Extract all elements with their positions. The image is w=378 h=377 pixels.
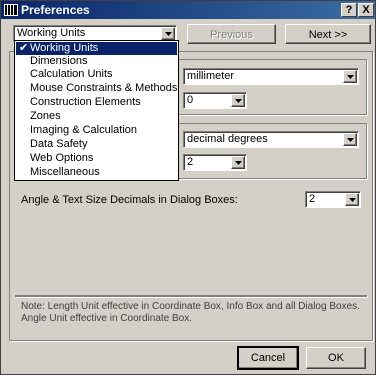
- next-button[interactable]: Next >>: [285, 24, 371, 44]
- cancel-button-label: Cancel: [250, 352, 286, 364]
- dropdown-item-label: Data Safety: [30, 138, 88, 150]
- help-icon: ?: [345, 4, 353, 16]
- chevron-down-icon: [347, 75, 354, 79]
- chevron-down-icon: [165, 32, 172, 36]
- app-window-icon: [4, 4, 18, 16]
- dropdown-item-miscellaneous[interactable]: Miscellaneous: [16, 166, 177, 179]
- close-icon: X: [362, 4, 370, 16]
- help-button[interactable]: ?: [341, 3, 357, 17]
- dropdown-item-mouse-constraints[interactable]: Mouse Constraints & Methods: [16, 82, 177, 95]
- chevron-down-icon: [349, 198, 356, 202]
- dropdown-item-calculation-units[interactable]: Calculation Units: [16, 68, 177, 81]
- dropdown-item-data-safety[interactable]: Data Safety: [16, 138, 177, 151]
- angle-decimals-arrow[interactable]: [231, 156, 245, 169]
- title-bar[interactable]: Preferences ? X: [1, 1, 375, 19]
- length-unit-arrow[interactable]: [343, 70, 357, 83]
- previous-button[interactable]: Previous: [187, 24, 276, 44]
- dropdown-item-label: Zones: [30, 110, 61, 122]
- dropdown-item-label: Construction Elements: [30, 96, 141, 108]
- cancel-button[interactable]: Cancel: [237, 346, 299, 370]
- next-button-label: Next >>: [308, 29, 348, 41]
- dialog-decimals-label: Angle & Text Size Decimals in Dialog Box…: [21, 194, 238, 206]
- dropdown-item-construction-elements[interactable]: Construction Elements: [16, 96, 177, 109]
- preferences-window: Preferences ? X Working Units Previous N…: [0, 0, 376, 375]
- close-button[interactable]: X: [358, 3, 374, 17]
- dropdown-item-web-options[interactable]: Web Options: [16, 152, 177, 165]
- length-decimals-arrow[interactable]: [231, 94, 245, 107]
- window-title: Preferences: [21, 3, 90, 17]
- note-divider: [15, 295, 367, 297]
- angle-decimals-value: 2: [187, 156, 194, 168]
- dialog-decimals-arrow[interactable]: [345, 193, 359, 206]
- dropdown-item-label: Imaging & Calculation: [30, 124, 138, 136]
- dropdown-item-zones[interactable]: Zones: [16, 110, 177, 123]
- dropdown-item-working-units[interactable]: ✔ Working Units: [16, 42, 177, 55]
- length-decimals-value: 0: [187, 94, 194, 106]
- previous-button-label: Previous: [210, 29, 253, 41]
- chevron-down-icon: [347, 138, 354, 142]
- length-unit-select[interactable]: millimeter: [183, 68, 359, 85]
- dropdown-item-label: Web Options: [30, 152, 94, 164]
- category-select-arrow[interactable]: [161, 27, 175, 40]
- length-decimals-select[interactable]: 0: [183, 92, 247, 109]
- dropdown-item-imaging-calculation[interactable]: Imaging & Calculation: [16, 124, 177, 137]
- dialog-decimals-select[interactable]: 2: [305, 191, 361, 208]
- category-dropdown-list: ✔ Working Units Dimensions Calculation U…: [14, 40, 179, 181]
- dropdown-item-label: Mouse Constraints & Methods: [30, 82, 178, 94]
- ok-button-label: OK: [328, 352, 344, 364]
- angle-unit-select[interactable]: decimal degrees: [183, 131, 359, 148]
- check-icon: ✔: [19, 42, 29, 54]
- ok-button[interactable]: OK: [306, 347, 366, 369]
- category-select-value: Working Units: [17, 27, 86, 39]
- angle-unit-value: decimal degrees: [187, 133, 268, 145]
- dropdown-item-label: Calculation Units: [30, 68, 113, 80]
- angle-unit-arrow[interactable]: [343, 133, 357, 146]
- dropdown-item-label: Dimensions: [30, 55, 88, 67]
- chevron-down-icon: [235, 161, 242, 165]
- angle-decimals-select[interactable]: 2: [183, 154, 247, 171]
- dialog-decimals-value: 2: [309, 193, 316, 205]
- dropdown-item-dimensions[interactable]: Dimensions: [16, 55, 177, 68]
- length-unit-value: millimeter: [187, 70, 235, 82]
- dropdown-item-label: Working Units: [30, 42, 99, 54]
- note-text: Note: Length Unit effective in Coordinat…: [21, 301, 360, 324]
- dropdown-item-label: Miscellaneous: [30, 166, 100, 178]
- chevron-down-icon: [235, 99, 242, 103]
